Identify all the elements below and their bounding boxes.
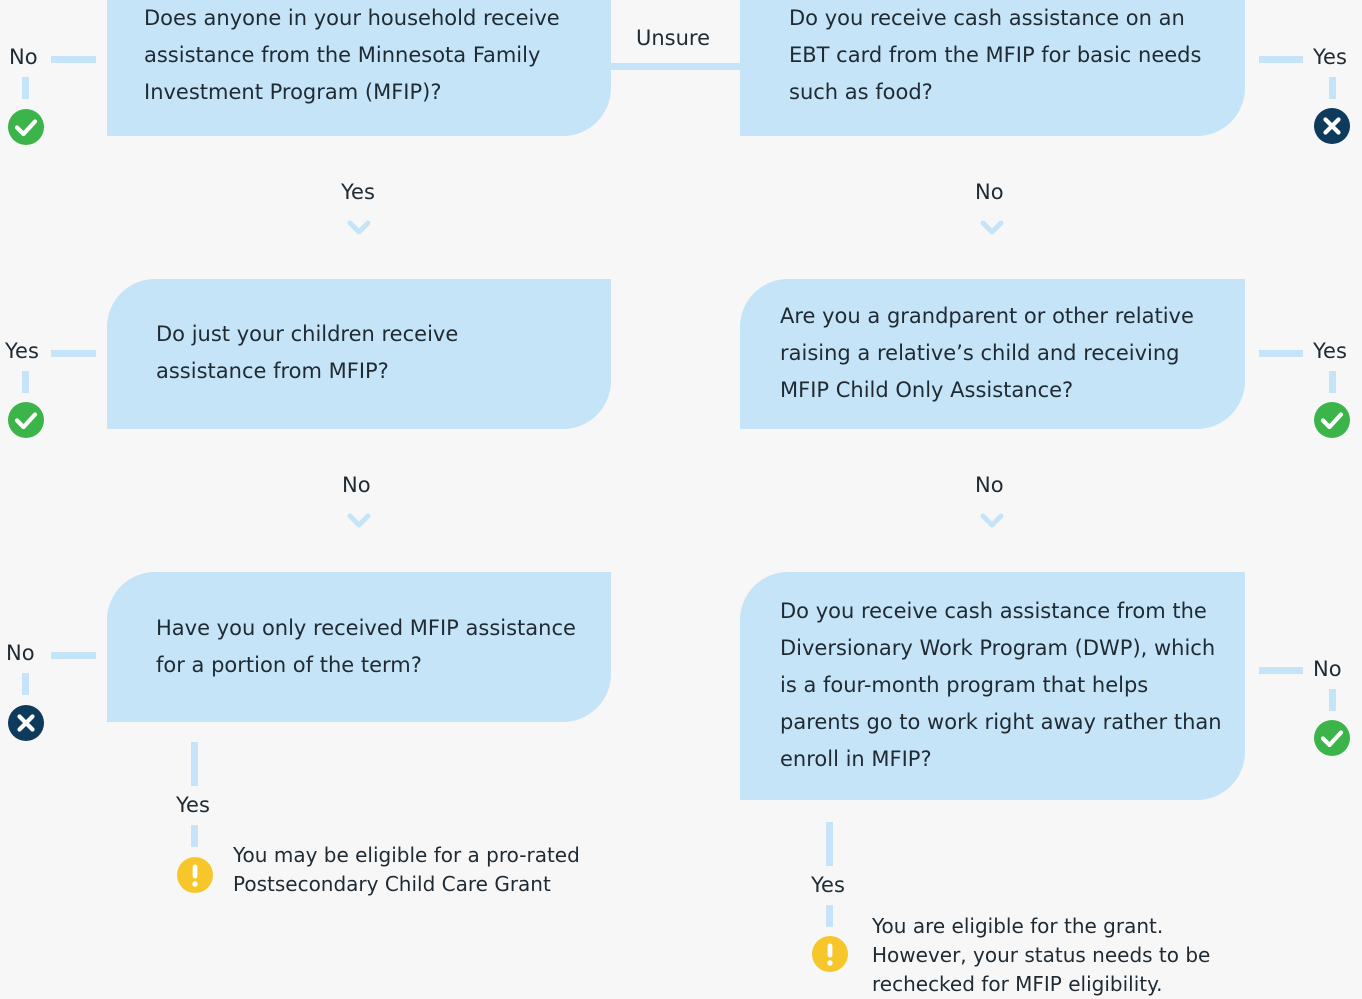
question-text: Have you only received MFIP assistance f… <box>156 616 576 677</box>
question-text: Does anyone in your household receive as… <box>144 6 560 104</box>
connector-line <box>1259 56 1303 63</box>
question-text: Do you receive cash assistance on an EBT… <box>789 6 1202 104</box>
check-icon <box>1314 720 1350 756</box>
branch-label-yes: Yes <box>1313 339 1347 363</box>
branch-label-unsure: Unsure <box>636 26 711 50</box>
question-text: Do just your children receive assistance… <box>156 322 459 383</box>
connector-line <box>22 77 29 99</box>
question-box-mfip-household: Does anyone in your household receive as… <box>107 0 611 136</box>
connector-line <box>1259 350 1303 357</box>
branch-label-yes: Yes <box>176 793 210 817</box>
connector-line <box>1329 77 1336 99</box>
branch-label-no: No <box>9 45 38 69</box>
outcome-note: You are eligible for the grant. However,… <box>872 912 1210 999</box>
branch-label-no: No <box>975 473 1004 497</box>
connector-line <box>826 822 833 866</box>
branch-label-no: No <box>342 473 371 497</box>
connector-line <box>51 56 96 63</box>
outcome-note-line: You are eligible for the grant. <box>872 914 1164 938</box>
x-icon <box>8 705 44 741</box>
connector-line <box>1329 689 1336 711</box>
chevron-down-icon <box>980 513 1004 528</box>
connector-line <box>1329 371 1336 393</box>
connector-line <box>826 905 833 927</box>
outcome-note-line: However, your status needs to be <box>872 943 1211 967</box>
branch-label-no: No <box>975 180 1004 204</box>
connector-line <box>51 652 96 659</box>
outcome-note-line: rechecked for MFIP eligibility. <box>872 972 1163 996</box>
warning-icon <box>177 857 213 893</box>
chevron-down-icon <box>347 513 371 528</box>
outcome-note-line: You may be eligible for a pro-rated <box>233 843 580 867</box>
connector-line <box>1259 667 1303 674</box>
warning-icon <box>812 936 848 972</box>
connector-line <box>22 673 29 695</box>
chevron-down-icon <box>980 220 1004 235</box>
check-icon <box>1314 402 1350 438</box>
x-icon <box>1314 108 1350 144</box>
outcome-note-line: Postsecondary Child Care Grant <box>233 872 551 896</box>
question-box-grandparent: Are you a grandparent or other relative … <box>740 279 1245 429</box>
question-box-partial-term: Have you only received MFIP assistance f… <box>107 572 611 722</box>
question-box-children-only: Do just your children receive assistance… <box>107 279 611 429</box>
branch-label-no: No <box>6 641 35 665</box>
chevron-down-icon <box>347 220 371 235</box>
check-icon <box>8 402 44 438</box>
connector-line <box>191 742 198 786</box>
question-box-ebt-cash: Do you receive cash assistance on an EBT… <box>740 0 1245 136</box>
connector-line <box>611 63 741 70</box>
branch-label-yes: Yes <box>1313 45 1347 69</box>
question-text: Are you a grandparent or other relative … <box>780 304 1194 402</box>
connector-line <box>191 825 198 847</box>
branch-label-no: No <box>1313 657 1342 681</box>
outcome-note: You may be eligible for a pro-rated Post… <box>233 841 580 899</box>
connector-line <box>22 371 29 393</box>
connector-line <box>51 350 96 357</box>
branch-label-yes: Yes <box>341 180 375 204</box>
check-icon <box>8 109 44 145</box>
question-text: Do you receive cash assistance from the … <box>780 599 1222 771</box>
question-box-dwp: Do you receive cash assistance from the … <box>740 572 1245 800</box>
branch-label-yes: Yes <box>811 873 845 897</box>
branch-label-yes: Yes <box>5 339 39 363</box>
